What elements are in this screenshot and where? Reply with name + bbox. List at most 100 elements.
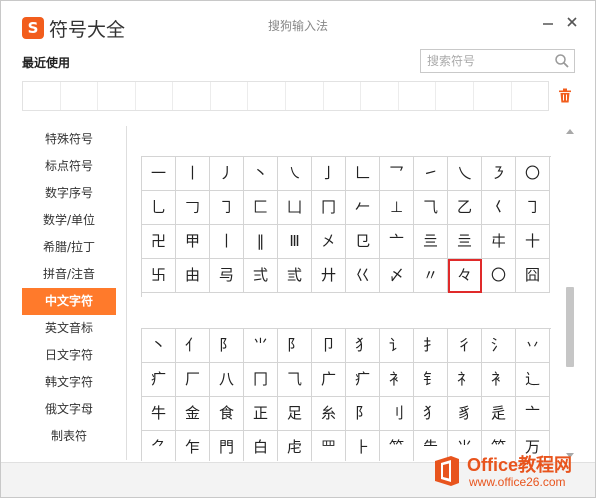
symbol-cell[interactable]: 弎: [278, 259, 312, 293]
symbol-cell[interactable]: 𠂉: [346, 191, 380, 225]
symbol-cell[interactable]: 亅: [312, 157, 346, 191]
symbol-cell[interactable]: 钅: [414, 363, 448, 397]
symbol-cell[interactable]: 廾: [312, 259, 346, 293]
symbol-cell[interactable]: 乀: [448, 157, 482, 191]
symbol-cell[interactable]: 丨: [210, 225, 244, 259]
symbol-cell[interactable]: 金: [176, 397, 210, 431]
symbol-cell[interactable]: 乚: [142, 191, 176, 225]
symbol-cell[interactable]: 讠: [380, 329, 414, 363]
symbol-cell[interactable]: ⺨: [346, 329, 380, 363]
symbol-cell[interactable]: 辵: [482, 397, 516, 431]
symbol-cell[interactable]: ⻂: [380, 363, 414, 397]
sidebar-item[interactable]: 韩文字符: [22, 369, 116, 396]
symbol-cell[interactable]: 疒: [346, 363, 380, 397]
recent-slot[interactable]: [286, 82, 324, 110]
symbol-cell[interactable]: 㐅: [312, 225, 346, 259]
search-input[interactable]: [421, 50, 552, 72]
sidebar-item[interactable]: 中文字符: [22, 288, 116, 315]
symbol-cell[interactable]: 十: [516, 225, 550, 259]
symbol-cell[interactable]: ⺄: [278, 363, 312, 397]
symbol-cell[interactable]: 々: [448, 259, 482, 293]
symbol-cell[interactable]: 亠: [380, 225, 414, 259]
sidebar-item[interactable]: 制表符: [22, 423, 116, 450]
symbol-cell[interactable]: 糸: [312, 397, 346, 431]
symbol-cell[interactable]: 白: [244, 431, 278, 461]
symbol-cell[interactable]: 衤: [482, 363, 516, 397]
symbol-cell[interactable]: 〇: [516, 157, 550, 191]
symbol-cell[interactable]: 巜: [346, 259, 380, 293]
symbol-cell[interactable]: 冂: [244, 363, 278, 397]
symbol-cell[interactable]: ⺉: [380, 397, 414, 431]
symbol-cell[interactable]: 厂: [176, 363, 210, 397]
symbol-cell[interactable]: ⼋: [210, 363, 244, 397]
scroll-up-arrow[interactable]: [566, 129, 574, 134]
search-icon[interactable]: [554, 53, 570, 69]
sidebar-item[interactable]: 希腊/拉丁: [22, 234, 116, 261]
symbol-cell[interactable]: 卐: [142, 259, 176, 293]
sidebar-item[interactable]: 日文字符: [22, 342, 116, 369]
symbol-cell[interactable]: ⺊: [346, 431, 380, 461]
symbol-cell[interactable]: ⺋: [346, 225, 380, 259]
symbol-cell[interactable]: ㇆: [210, 191, 244, 225]
symbol-cell[interactable]: 足: [278, 397, 312, 431]
symbol-cell[interactable]: 𡿨: [482, 191, 516, 225]
symbol-cell[interactable]: 彳: [448, 329, 482, 363]
symbol-cell[interactable]: ⺈: [142, 431, 176, 461]
recent-slot[interactable]: [23, 82, 61, 110]
symbol-cell[interactable]: 阝: [278, 329, 312, 363]
symbol-cell[interactable]: ‖: [244, 225, 278, 259]
symbol-cell[interactable]: 牛: [142, 397, 176, 431]
symbol-cell[interactable]: ⺡: [482, 329, 516, 363]
recent-slot[interactable]: [436, 82, 474, 110]
symbol-cell[interactable]: 虍: [278, 431, 312, 461]
symbol-cell[interactable]: ㇋: [482, 157, 516, 191]
sidebar-item[interactable]: 拼音/注音: [22, 261, 116, 288]
symbol-cell[interactable]: 卍: [142, 225, 176, 259]
symbol-cell[interactable]: 𠃌: [176, 191, 210, 225]
symbol-cell[interactable]: 凵: [278, 191, 312, 225]
symbol-cell[interactable]: 礻: [448, 363, 482, 397]
recent-slot[interactable]: [136, 82, 174, 110]
sidebar-item[interactable]: 标点符号: [22, 153, 116, 180]
symbol-cell[interactable]: 〆: [380, 259, 414, 293]
symbol-cell[interactable]: 一: [142, 157, 176, 191]
symbol-cell[interactable]: 弍: [244, 259, 278, 293]
symbol-cell[interactable]: ⺌: [244, 329, 278, 363]
symbol-cell[interactable]: 罒: [312, 431, 346, 461]
symbol-cell[interactable]: 亖: [414, 225, 448, 259]
symbol-cell[interactable]: 亠: [516, 397, 550, 431]
symbol-cell[interactable]: 㢧: [210, 259, 244, 293]
symbol-cell[interactable]: 正: [244, 397, 278, 431]
symbol-cell[interactable]: Ⅲ: [278, 225, 312, 259]
symbol-cell[interactable]: 〇: [482, 259, 516, 293]
recent-slot[interactable]: [173, 82, 211, 110]
symbol-cell[interactable]: 〃: [414, 259, 448, 293]
recent-slot[interactable]: [512, 82, 549, 110]
symbol-cell[interactable]: 豸: [448, 397, 482, 431]
symbol-cell[interactable]: ⺅: [176, 329, 210, 363]
close-button[interactable]: [561, 13, 583, 35]
sidebar-item[interactable]: 特殊符号: [22, 126, 116, 153]
search-box[interactable]: [420, 49, 575, 73]
symbol-cell[interactable]: 乙: [448, 191, 482, 225]
symbol-cell[interactable]: 丷: [516, 329, 550, 363]
symbol-cell[interactable]: ㇀: [414, 157, 448, 191]
symbol-cell[interactable]: 亖: [448, 225, 482, 259]
symbol-cell[interactable]: 匚: [244, 191, 278, 225]
scroll-thumb[interactable]: [566, 287, 574, 367]
symbol-cell[interactable]: 乛: [380, 157, 414, 191]
symbol-cell[interactable]: 乍: [176, 431, 210, 461]
symbol-cell[interactable]: 广: [312, 363, 346, 397]
symbol-cell[interactable]: 辶: [516, 363, 550, 397]
recent-slot[interactable]: [399, 82, 437, 110]
symbol-cell[interactable]: 丶: [142, 329, 176, 363]
recent-slot[interactable]: [324, 82, 362, 110]
symbol-cell[interactable]: ⺮: [380, 431, 414, 461]
sidebar-item[interactable]: 俄文字母: [22, 396, 116, 423]
symbol-cell[interactable]: 𠃊: [346, 157, 380, 191]
trash-icon[interactable]: [558, 88, 572, 103]
recent-slot[interactable]: [61, 82, 99, 110]
symbol-cell[interactable]: 甲: [176, 225, 210, 259]
sidebar-item[interactable]: 数字序号: [22, 180, 116, 207]
symbol-cell[interactable]: 阝: [346, 397, 380, 431]
